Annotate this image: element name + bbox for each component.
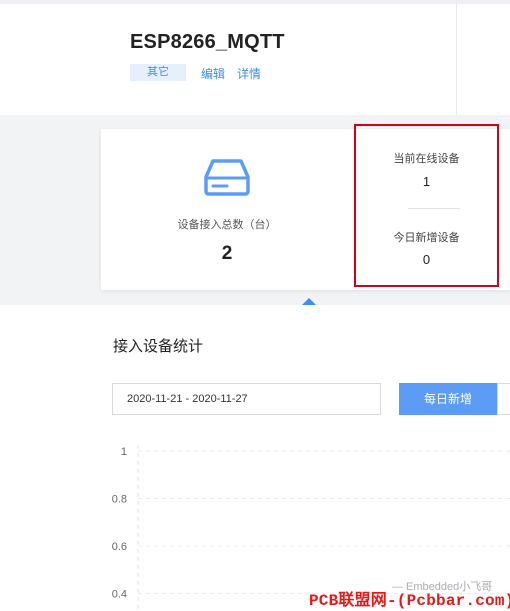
total-devices-label: 设备接入总数（台） bbox=[177, 219, 277, 231]
header-divider bbox=[456, 4, 457, 115]
date-range-picker[interactable]: 2020-11-21 - 2020-11-27 bbox=[112, 383, 381, 415]
active-tab-pointer bbox=[302, 298, 316, 305]
watermark-text: PCB联盟网-(Pcbbar.com) bbox=[309, 592, 510, 610]
metric-toggle-button[interactable] bbox=[497, 383, 510, 415]
product-header bbox=[0, 4, 510, 115]
daily-new-button[interactable]: 每日新增 bbox=[399, 383, 497, 415]
category-tag: 其它 bbox=[130, 64, 186, 81]
detail-link[interactable]: 详情 bbox=[237, 65, 261, 82]
total-devices-value: 2 bbox=[221, 243, 233, 264]
highlight-annotation-box bbox=[354, 124, 499, 287]
chart-y-tick-label: 0.4 bbox=[112, 589, 127, 601]
chart-y-tick-label: 0.6 bbox=[112, 541, 127, 553]
hard-drive-icon bbox=[204, 159, 250, 196]
edit-link[interactable]: 编辑 bbox=[201, 65, 225, 82]
chart-y-tick-label: 0.8 bbox=[112, 494, 127, 506]
chart-y-tick-label: 1 bbox=[121, 446, 127, 458]
section-title: 接入设备统计 bbox=[113, 338, 204, 355]
product-title: ESP8266_MQTT bbox=[130, 31, 285, 53]
